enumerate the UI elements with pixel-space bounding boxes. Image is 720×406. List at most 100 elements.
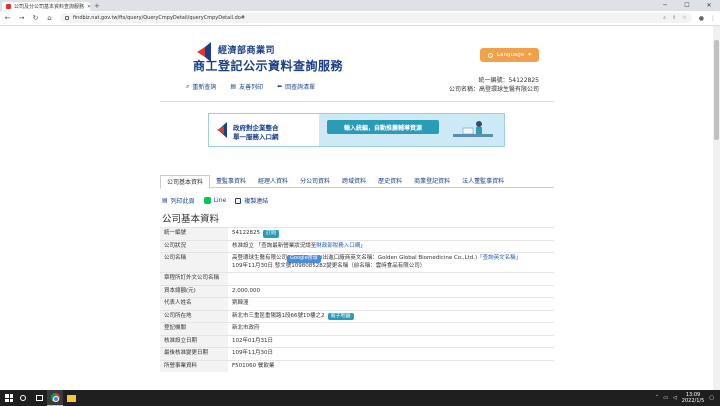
tab-cross-domain[interactable]: 跨域資料 (336, 175, 372, 187)
forward-icon[interactable]: → (18, 14, 25, 22)
taskbar-chrome[interactable] (47, 390, 63, 406)
new-query-link[interactable]: ⌕ 重新查詢 (186, 82, 217, 92)
company-id-line: 統一編號：54122825 (478, 77, 539, 84)
search-icon[interactable]: ⌕ (663, 15, 666, 21)
service-title: 商工登記公示資料查詢服務 (193, 59, 344, 73)
browser-tab[interactable]: 公司及分公司基本資料查詢服務 ✕ (2, 2, 90, 11)
taskbar-taskview[interactable] (31, 390, 47, 406)
row-key: 登記機關 (160, 322, 228, 335)
volume-icon[interactable]: ◁ (673, 395, 677, 401)
new-tab-icon[interactable]: + (94, 2, 100, 11)
taskbar-search[interactable] (15, 390, 31, 406)
banner-logo-icon (217, 122, 227, 138)
row-value: 劉韓潼 (228, 297, 554, 310)
row-value: 109年11月30日 (228, 347, 554, 360)
banner-pill: 輸入統編，自動推薦輔導資源 (327, 120, 439, 134)
clock[interactable]: 13:09 2022/1/5 (682, 392, 704, 404)
copy-link-label: 複製連結 (244, 198, 269, 205)
row-value: 高登環球生醫有限公司 Google搜尋 (出進口廠商英文名稱：Golden Glob… (228, 252, 554, 273)
table-row: 章程所訂外文公司名稱 (160, 272, 554, 285)
row-key: 代表人姓名 (160, 297, 228, 310)
table-row: 登記機關 新北市政府 (160, 322, 554, 335)
minimize-icon[interactable]: ─ (654, 0, 676, 11)
tab-branches[interactable]: 分公司資料 (294, 175, 336, 187)
tab-corporate-directors[interactable]: 法人董監事資料 (456, 175, 510, 187)
line-share-button[interactable]: Line (203, 196, 226, 205)
tab-directors[interactable]: 董監事資料 (210, 175, 252, 187)
home-icon[interactable]: ⌂ (46, 14, 53, 22)
table-row: 公司名稱 高登環球生醫有限公司 Google搜尋 (出進口廠商英文名稱：Golden… (160, 252, 554, 273)
browser-tabbar: 公司及分公司基本資料查詢服務 ✕ + ─ ☐ ✕ (0, 0, 720, 11)
tab-business-registration[interactable]: 商業登記資料 (408, 175, 456, 187)
subscribe-button[interactable]: 訂閱 (263, 230, 280, 238)
row-key: 所營事業資料 (160, 359, 228, 372)
window-controls: ─ ☐ ✕ (654, 0, 720, 11)
back-icon[interactable]: ← (4, 14, 11, 22)
language-button[interactable]: Language ▾ (480, 48, 539, 62)
map-button[interactable]: 電子地圖 (327, 312, 354, 320)
search-icon: ⌕ (186, 82, 190, 90)
detail-tabs: 公司基本資料 董監事資料 經理人資料 分公司資料 跨域資料 歷史資料 商業登記資… (160, 175, 554, 189)
table-row: 統一編號 54122825 訂閱 (160, 227, 554, 240)
table-row: 資本總額(元) 2,000,000 (160, 284, 554, 298)
row-key: 核准設立日期 (160, 334, 228, 348)
company-detail-table: 統一編號 54122825 訂閱 公司狀況 核准設立 「查詢最新營業狀況請至財政部… (160, 227, 554, 372)
banner-line2: 單一服務入口網 (233, 133, 279, 141)
row-value: 54122825 訂閱 (228, 227, 554, 240)
printer-icon: ▤ (162, 197, 168, 204)
header-divider (160, 101, 554, 102)
page-scrollbar[interactable] (713, 26, 720, 390)
copy-icon (235, 197, 242, 204)
copy-link-button[interactable]: 複製連結 (235, 196, 268, 205)
ministry-name: 經濟部商業司 (218, 46, 276, 56)
tax-portal-link[interactable]: 財政部稅務入口網 (316, 243, 360, 249)
row-key: 統一編號 (160, 227, 228, 240)
globe-icon (488, 52, 494, 58)
taskbar: ˄ ▭ ◁ 13:09 2022/1/5 ▢ (0, 390, 720, 406)
row-value: 新北市三重區重陽路1段66號10樓之2 電子地圖 (228, 309, 554, 323)
windows-start-icon[interactable] (3, 392, 15, 404)
row-key: 章程所訂外文公司名稱 (160, 272, 228, 285)
taskbar-explorer[interactable] (63, 390, 79, 406)
google-search-button[interactable]: Google搜尋 (287, 255, 321, 263)
menu-icon[interactable]: ⋮ (710, 15, 716, 22)
close-window-icon[interactable]: ✕ (698, 0, 720, 11)
table-row: 公司狀況 核准設立 「查詢最新營業狀況請至財政部稅務入口網」 (160, 239, 554, 253)
print-page-label: 列印此頁 (170, 198, 195, 205)
share-icon[interactable]: ⇪ (672, 15, 676, 21)
url-bar[interactable]: findbiz.nat.gov.tw/fts/query/QueryCmpyDe… (60, 13, 692, 23)
row-value: 102年01月31日 (228, 334, 554, 348)
print-page-button[interactable]: ▤ 列印此頁 (162, 196, 195, 205)
star-icon[interactable]: ☆ (682, 15, 686, 21)
tab-basic-info[interactable]: 公司基本資料 (160, 175, 211, 189)
maximize-icon[interactable]: ☐ (676, 0, 698, 11)
row-key: 公司名稱 (160, 252, 228, 273)
tab-managers[interactable]: 經理人資料 (252, 175, 294, 187)
table-row: 公司所在地 新北市三重區重陽路1段66號10樓之2 電子地圖 (160, 309, 554, 323)
reload-icon[interactable]: ↻ (32, 14, 39, 22)
notification-icon[interactable]: ▢ (709, 395, 714, 401)
tab-history[interactable]: 歷史資料 (372, 175, 408, 187)
company-name-line: 公司名稱：高登環球生醫有限公司 (448, 86, 539, 93)
browser-tab-title: 公司及分公司基本資料查詢服務 (14, 4, 85, 10)
row-key: 公司狀況 (160, 239, 228, 253)
back-to-list-link[interactable]: ⬅ 回查詢清單 (277, 82, 315, 91)
scrollbar-thumb[interactable] (714, 40, 719, 140)
line-icon (203, 197, 211, 204)
english-name-link[interactable]: 「查詢英文名稱」 (477, 255, 521, 261)
company-id-value: 54122825 (232, 230, 260, 236)
row-value (228, 272, 554, 285)
network-icon[interactable]: ▭ (663, 395, 668, 401)
print-link[interactable]: ▤ 友善列印 (230, 82, 263, 91)
section-title: 公司基本資料 (162, 214, 220, 225)
new-query-label: 重新查詢 (192, 84, 217, 91)
promo-banner[interactable]: 政府對企業整合 單一服務入口網 輸入統編，自動推薦輔導資源 (208, 113, 505, 147)
company-summary: 統一編號：54122825 公司名稱：高登環球生醫有限公司 (449, 76, 539, 94)
close-tab-icon[interactable]: ✕ (87, 4, 90, 10)
print-label: 友善列印 (239, 84, 264, 91)
banner-illustration-icon (453, 121, 493, 137)
chevron-up-icon[interactable]: ˄ (656, 395, 659, 401)
row-value: F501060 餐飲業 (228, 359, 554, 372)
language-label: Language (497, 52, 525, 58)
profile-icon[interactable]: ● (699, 15, 704, 22)
